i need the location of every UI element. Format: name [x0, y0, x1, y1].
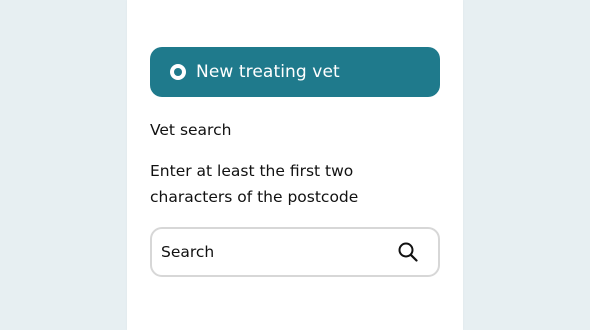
search-icon[interactable] — [396, 240, 420, 264]
vet-search-heading: Vet search — [150, 121, 232, 139]
new-treating-vet-label: New treating vet — [196, 62, 340, 82]
radio-selected-icon[interactable] — [170, 64, 186, 80]
form-panel: New treating vet Vet search Enter at lea… — [127, 0, 463, 330]
postcode-hint-text: Enter at least the first two characters … — [150, 162, 359, 206]
vet-search-field[interactable] — [150, 227, 440, 277]
radio-dot — [174, 68, 182, 76]
new-treating-vet-option[interactable]: New treating vet — [150, 47, 440, 97]
vet-search-input[interactable] — [160, 237, 381, 267]
